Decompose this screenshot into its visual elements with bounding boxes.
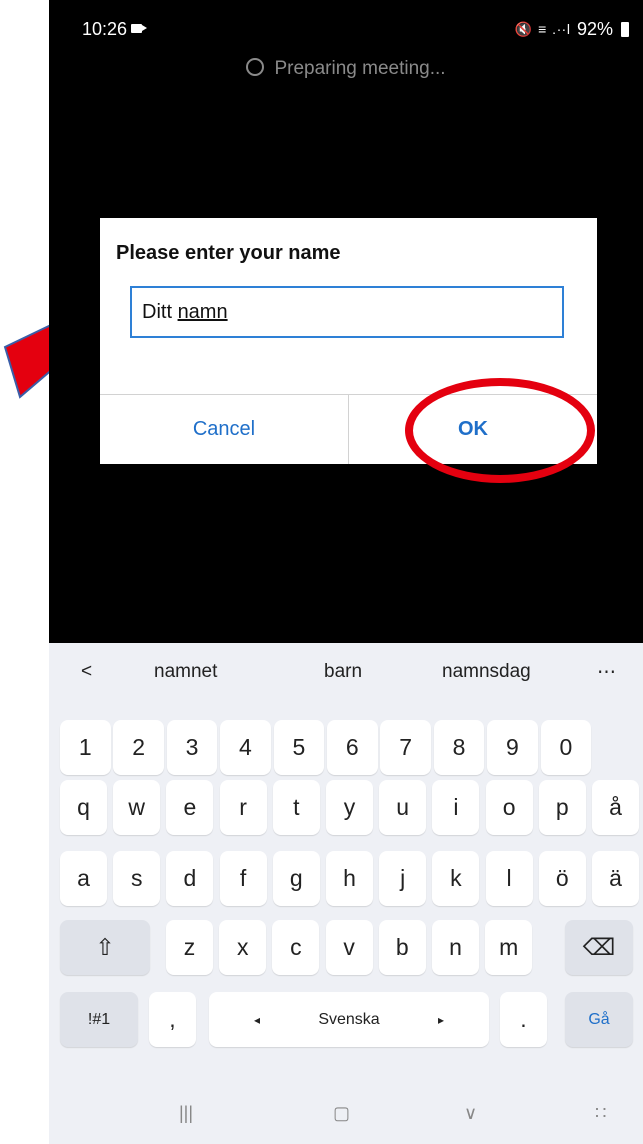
key-l[interactable]: l [485, 851, 533, 906]
key-y[interactable]: y [326, 780, 373, 835]
key-i[interactable]: i [432, 780, 480, 835]
period-key[interactable]: . [500, 992, 547, 1047]
key-u[interactable]: u [379, 780, 427, 835]
key-1[interactable]: 1 [60, 720, 111, 775]
loading-text: Preparing meeting... [274, 58, 446, 79]
cancel-button[interactable]: Cancel [100, 395, 348, 464]
cursor-left-icon: ◂ [254, 1012, 261, 1027]
navigation-bar: ||| ▢ ∨ ∷ [49, 1093, 643, 1144]
key-v[interactable]: v [325, 920, 373, 975]
key-2[interactable]: 2 [113, 720, 164, 775]
key-t[interactable]: t [272, 780, 320, 835]
suggestion-item[interactable]: barn [324, 661, 362, 683]
key-å[interactable]: å [592, 780, 639, 835]
key-4[interactable]: 4 [220, 720, 271, 775]
key-x[interactable]: x [219, 920, 267, 975]
home-icon[interactable]: ▢ [333, 1103, 350, 1124]
key-e[interactable]: e [166, 780, 214, 835]
shift-key[interactable]: ⇧ [60, 920, 150, 975]
key-m[interactable]: m [485, 920, 533, 975]
key-z[interactable]: z [166, 920, 213, 975]
more-options-icon[interactable]: ⋯ [597, 661, 616, 684]
keyboard-switch-icon[interactable]: ∷ [595, 1103, 606, 1124]
symbols-key[interactable]: !#1 [60, 992, 138, 1047]
key-ä[interactable]: ä [592, 851, 639, 906]
status-bar: 10:26 🔇 ≡ .∙∙l 92% [49, 0, 643, 58]
key-5[interactable]: 5 [273, 720, 325, 775]
space-language-label: Svenska [318, 1010, 380, 1028]
key-6[interactable]: 6 [327, 720, 378, 775]
key-8[interactable]: 8 [433, 720, 485, 775]
key-7[interactable]: 7 [380, 720, 431, 775]
key-n[interactable]: n [432, 920, 479, 975]
key-s[interactable]: s [113, 851, 161, 906]
signal-icons: 🔇 ≡ .∙∙l [514, 21, 571, 37]
phone-screen: 10:26 🔇 ≡ .∙∙l 92% Preparing meeting... … [49, 0, 643, 1144]
key-j[interactable]: j [379, 851, 427, 906]
suggestion-bar: < namnet barn namnsdag ⋯ [49, 643, 643, 699]
key-3[interactable]: 3 [166, 720, 218, 775]
back-icon[interactable]: ∨ [464, 1103, 477, 1124]
key-d[interactable]: d [166, 851, 214, 906]
dialog-title: Please enter your name [116, 242, 341, 264]
go-key[interactable]: Gå [565, 992, 633, 1047]
battery-icon [621, 22, 629, 37]
comma-key[interactable]: , [149, 992, 196, 1047]
key-b[interactable]: b [378, 920, 426, 975]
key-f[interactable]: f [219, 851, 267, 906]
key-o[interactable]: o [485, 780, 533, 835]
suggestion-back-button[interactable]: < [81, 661, 92, 683]
key-g[interactable]: g [272, 851, 320, 906]
name-input[interactable]: Ditt namn [130, 286, 564, 338]
key-w[interactable]: w [113, 780, 161, 835]
suggestion-item[interactable]: namnsdag [442, 661, 531, 683]
key-q[interactable]: q [60, 780, 107, 835]
clock: 10:26 [82, 19, 128, 39]
key-c[interactable]: c [272, 920, 320, 975]
key-k[interactable]: k [432, 851, 480, 906]
key-ö[interactable]: ö [538, 851, 586, 906]
video-camera-icon [131, 24, 147, 33]
suggestion-item[interactable]: namnet [154, 661, 217, 683]
backspace-key[interactable]: ⌫ [565, 920, 633, 975]
cursor-right-icon: ▸ [437, 1012, 444, 1027]
spinner-icon [246, 58, 265, 76]
recents-icon[interactable]: ||| [179, 1103, 193, 1124]
ok-highlight-circle [405, 378, 595, 483]
space-key[interactable]: ◂ Svenska ▸ [209, 992, 489, 1047]
key-h[interactable]: h [326, 851, 373, 906]
key-a[interactable]: a [60, 851, 107, 906]
key-p[interactable]: p [538, 780, 586, 835]
loading-indicator: Preparing meeting... [49, 58, 643, 80]
keyboard: < namnet barn namnsdag ⋯ 1234567890 qwert… [49, 643, 643, 1144]
battery-text: 92% [576, 19, 613, 39]
key-9[interactable]: 9 [487, 720, 538, 775]
key-r[interactable]: r [219, 780, 267, 835]
key-0[interactable]: 0 [540, 720, 592, 775]
